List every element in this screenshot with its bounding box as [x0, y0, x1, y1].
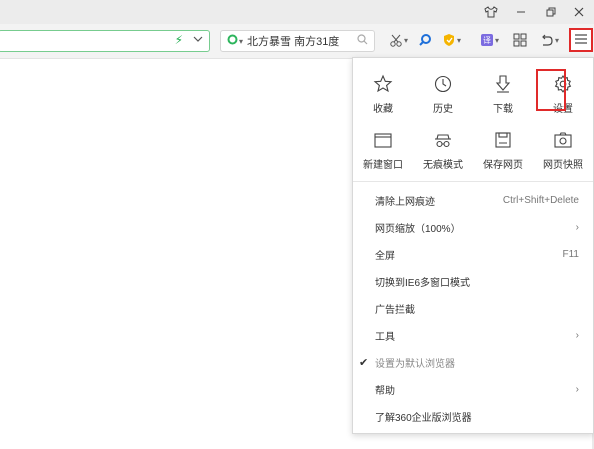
menu-item-label: 广告拦截	[375, 304, 415, 316]
save-icon	[493, 128, 513, 152]
menu-item-label: 全屏	[375, 250, 395, 262]
magnifier-icon[interactable]	[418, 30, 432, 50]
cut-icon[interactable]: ▾	[389, 30, 408, 50]
menu-item-ad-block[interactable]: 广告拦截	[353, 295, 593, 321]
menu-item-shortcut: F11	[562, 248, 580, 260]
window-icon	[373, 128, 393, 152]
menu-save-page[interactable]: 保存网页	[473, 128, 533, 171]
restore-icon[interactable]	[540, 2, 562, 22]
menu-history[interactable]: 历史	[413, 72, 473, 115]
hamburger-icon	[575, 31, 587, 49]
menu-grid-label: 新建窗口	[363, 160, 403, 171]
star-icon	[373, 72, 393, 96]
menu-item-label: 帮助	[375, 385, 395, 397]
menu-downloads[interactable]: 下载	[473, 72, 533, 115]
menu-grid-row-2: 新建窗口 无痕模式 保存网页 网页快照	[353, 128, 593, 171]
search-icon[interactable]	[357, 34, 368, 48]
address-bar[interactable]: ⚡	[0, 30, 210, 52]
weather-text[interactable]: 北方暴雪 南方31度	[247, 33, 339, 49]
settings-highlight	[536, 69, 566, 111]
search-box[interactable]: ▾ 北方暴雪 南方31度	[220, 30, 375, 52]
menu-snapshot[interactable]: 网页快照	[533, 128, 593, 171]
menu-grid-label: 历史	[433, 104, 453, 115]
menu-incognito[interactable]: 无痕模式	[413, 128, 473, 171]
menu-item-label: 了解360企业版浏览器	[375, 412, 472, 424]
close-icon[interactable]	[568, 2, 590, 22]
main-menu-dropdown: 收藏 历史 下载 设置 新建窗口 无痕模式 保存网页 网页快照 清除上网痕迹 C…	[352, 57, 594, 434]
menu-item-fullscreen[interactable]: 全屏 F11	[353, 241, 593, 267]
apps-grid-icon[interactable]	[513, 30, 527, 50]
menu-item-about-enterprise[interactable]: 了解360企业版浏览器	[353, 403, 593, 429]
menu-favorites[interactable]: 收藏	[353, 72, 413, 115]
incognito-icon	[433, 128, 453, 152]
menu-item-label: 网页缩放（100%）	[375, 223, 461, 235]
menu-new-window[interactable]: 新建窗口	[353, 128, 413, 171]
menu-item-label: 切换到IE6多窗口模式	[375, 277, 471, 289]
chevron-down-icon[interactable]	[193, 33, 203, 47]
main-menu-button[interactable]	[569, 28, 593, 52]
chevron-right-icon: ›	[575, 329, 579, 341]
menu-item-label: 清除上网痕迹	[375, 196, 435, 208]
menu-item-set-default[interactable]: ✔ 设置为默认浏览器	[353, 349, 593, 375]
menu-item-clear-history[interactable]: 清除上网痕迹 Ctrl+Shift+Delete	[353, 187, 593, 213]
menu-item-zoom[interactable]: 网页缩放（100%） ›	[353, 214, 593, 240]
menu-grid-label: 下载	[493, 104, 513, 115]
skin-icon[interactable]	[480, 2, 502, 22]
chevron-right-icon: ›	[575, 221, 579, 233]
menu-item-shortcut: Ctrl+Shift+Delete	[502, 194, 579, 206]
shield-icon[interactable]: ▾	[442, 30, 461, 50]
minimize-icon[interactable]	[510, 2, 532, 22]
title-bar	[0, 0, 594, 24]
menu-item-label: 工具	[375, 331, 395, 343]
svg-text:译: 译	[483, 36, 491, 45]
menu-item-tools[interactable]: 工具 ›	[353, 322, 593, 348]
menu-item-ie6-mode[interactable]: 切换到IE6多窗口模式	[353, 268, 593, 294]
chevron-down-icon[interactable]: ▾	[239, 37, 243, 46]
menu-grid-label: 收藏	[373, 104, 393, 115]
chevron-right-icon: ›	[575, 383, 579, 395]
menu-item-label: 设置为默认浏览器	[375, 358, 455, 370]
camera-icon	[553, 128, 573, 152]
browser-toolbar: ⚡ ▾ 北方暴雪 南方31度 ▾ ▾ 译 ▾ ▾	[0, 24, 594, 59]
clock-icon	[433, 72, 453, 96]
checkmark-icon: ✔	[359, 356, 369, 369]
menu-item-help[interactable]: 帮助 ›	[353, 376, 593, 402]
search-engine-icon[interactable]	[227, 34, 238, 48]
translate-icon[interactable]: 译 ▾	[480, 30, 499, 50]
menu-grid-label: 无痕模式	[423, 160, 463, 171]
lightning-icon[interactable]: ⚡	[175, 33, 183, 47]
download-icon	[493, 72, 513, 96]
menu-grid-label: 保存网页	[483, 160, 523, 171]
undo-icon[interactable]: ▾	[540, 30, 559, 50]
menu-grid-label: 网页快照	[543, 160, 583, 171]
menu-divider	[353, 181, 593, 182]
